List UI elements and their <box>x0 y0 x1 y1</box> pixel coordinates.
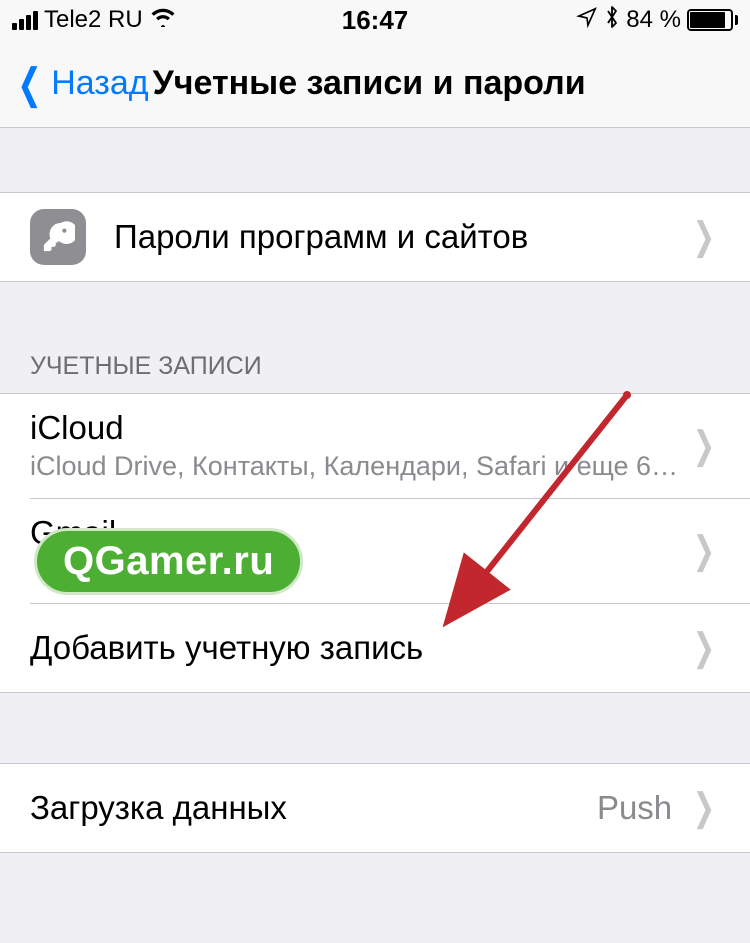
row-fetch-new-data[interactable]: Загрузка данных Push ❯ <box>0 764 750 852</box>
row-add-account[interactable]: Добавить учетную запись ❯ <box>0 604 750 692</box>
wifi-icon <box>149 6 177 34</box>
chevron-right-icon: ❯ <box>693 629 715 667</box>
status-left: Tele2 RU <box>12 6 177 34</box>
bluetooth-icon <box>604 5 620 36</box>
key-icon <box>30 209 86 265</box>
status-bar: Tele2 RU 16:47 84 % <box>0 0 750 40</box>
chevron-left-icon: ❮ <box>17 63 42 105</box>
row-account-icloud[interactable]: iCloud iCloud Drive, Контакты, Календари… <box>0 394 750 498</box>
account-subtitle <box>30 553 688 589</box>
row-label: Добавить учетную запись <box>30 628 688 668</box>
chevron-right-icon: ❯ <box>693 218 715 256</box>
row-label: Пароли программ и сайтов <box>114 217 688 257</box>
section-fetch: Загрузка данных Push ❯ <box>0 763 750 853</box>
status-right: 84 % <box>576 5 738 36</box>
chevron-right-icon: ❯ <box>693 532 715 570</box>
row-label: Загрузка данных <box>30 788 597 828</box>
battery-icon <box>687 9 738 31</box>
chevron-right-icon: ❯ <box>693 789 715 827</box>
chevron-right-icon: ❯ <box>693 427 715 465</box>
back-button[interactable]: ❮ Назад <box>12 63 149 105</box>
row-account-gmail[interactable]: Gmail ❯ <box>0 499 750 603</box>
carrier-label: Tele2 RU <box>44 6 143 34</box>
page-title: Учетные записи и пароли <box>153 64 586 103</box>
battery-percent: 84 % <box>626 6 681 34</box>
section-passwords: Пароли программ и сайтов ❯ <box>0 192 750 282</box>
cellular-signal-icon <box>12 10 38 30</box>
account-title: Gmail <box>30 513 688 553</box>
row-value: Push <box>597 789 672 827</box>
location-icon <box>576 6 598 35</box>
account-title: iCloud <box>30 408 688 448</box>
section-accounts: УЧЕТНЫЕ ЗАПИСИ iCloud iCloud Drive, Конт… <box>0 352 750 693</box>
navigation-bar: ❮ Назад Учетные записи и пароли <box>0 40 750 128</box>
section-header-accounts: УЧЕТНЫЕ ЗАПИСИ <box>0 352 750 393</box>
row-app-website-passwords[interactable]: Пароли программ и сайтов ❯ <box>0 193 750 281</box>
account-subtitle: iCloud Drive, Контакты, Календари, Safar… <box>30 448 688 484</box>
back-label: Назад <box>51 64 148 103</box>
